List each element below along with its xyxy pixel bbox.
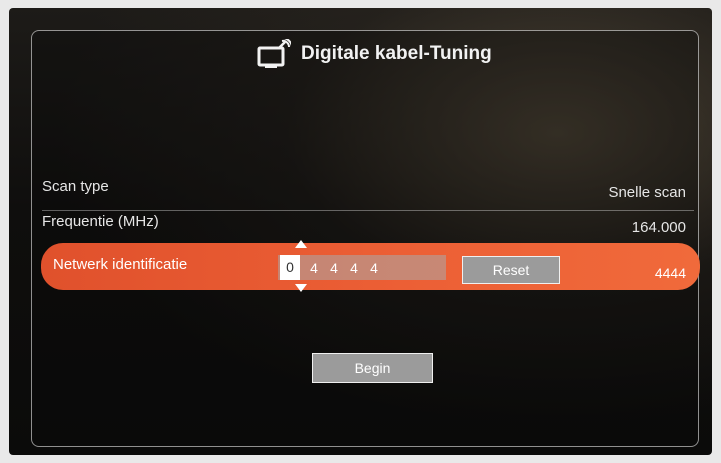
frequency-row[interactable]: Frequentie (MHz) 164.000 [42,207,694,237]
frequency-value: 164.000 [631,219,686,236]
network-id-value: 4444 [654,265,686,281]
dialog-header: Digitale kabel-Tuning [257,36,492,72]
digit[interactable]: 4 [368,260,380,276]
tuning-dialog-panel [31,30,699,447]
digit-active[interactable]: 0 [280,255,300,280]
digit[interactable]: 4 [308,260,320,276]
arrow-down-icon[interactable] [295,284,307,292]
network-id-digit-input[interactable]: 0 4 4 4 4 [278,255,446,280]
digit[interactable]: 4 [348,260,360,276]
tv-screen: Digitale kabel-Tuning Scan type Snelle s… [9,8,712,455]
scan-type-row[interactable]: Scan type Snelle scan [42,172,694,202]
begin-button[interactable]: Begin [312,353,433,383]
arrow-up-icon[interactable] [295,240,307,248]
scan-type-value: Snelle scan [608,184,686,201]
network-id-label: Netwerk identificatie [53,256,188,273]
scan-type-label: Scan type [42,178,109,195]
frequency-label: Frequentie (MHz) [42,213,159,230]
network-id-row[interactable]: Netwerk identificatie 0 4 4 4 4 Reset 44… [41,240,700,292]
reset-button[interactable]: Reset [462,256,560,284]
dialog-title: Digitale kabel-Tuning [301,43,492,64]
digit[interactable]: 4 [328,260,340,276]
tv-antenna-icon [257,39,291,68]
